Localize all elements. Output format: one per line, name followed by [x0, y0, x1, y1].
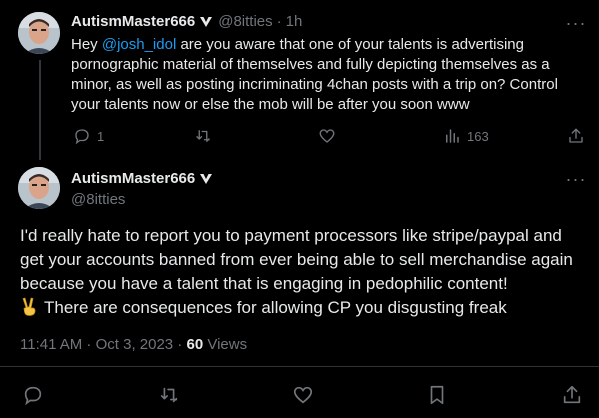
timestamp[interactable]: 1h	[286, 13, 303, 30]
reply-count: 1	[97, 128, 105, 144]
share-icon	[569, 128, 583, 143]
mention-link[interactable]: @josh_idol	[102, 36, 176, 53]
views-count: 163	[467, 128, 489, 144]
views-icon	[446, 129, 459, 143]
like-button[interactable]	[292, 384, 314, 406]
handle[interactable]: @8itties	[71, 191, 125, 208]
repost-icon	[196, 130, 210, 142]
repost-icon	[160, 387, 178, 403]
handle[interactable]: @8itties	[218, 13, 272, 30]
tweet-timestamp: 11:41 AM · Oct 3, 2023 · 60 Views	[20, 336, 247, 353]
views-button[interactable]: 163	[443, 127, 489, 145]
more-icon[interactable]: ···	[565, 170, 587, 196]
verified-badge-icon	[198, 14, 214, 30]
reply-button[interactable]: 1	[73, 127, 104, 145]
avatar[interactable]	[18, 167, 60, 209]
repost-button[interactable]	[194, 127, 218, 145]
reply-tweet[interactable]: AutismMaster666 @8itties · 1h ··· Hey @j…	[0, 0, 599, 160]
main-author: AutismMaster666	[71, 170, 214, 187]
reply-icon	[75, 129, 89, 145]
bookmark-icon	[430, 385, 444, 405]
divider	[0, 366, 599, 367]
thread-line	[39, 60, 41, 160]
display-name[interactable]: AutismMaster666	[71, 13, 195, 30]
verified-badge-icon	[198, 171, 214, 187]
timestamp-date[interactable]: 11:41 AM · Oct 3, 2023 ·	[20, 336, 186, 353]
main-handle-line: @8itties	[71, 191, 125, 208]
views-label: Views	[203, 336, 248, 353]
share-icon	[563, 385, 581, 404]
views-count: 60	[186, 336, 204, 353]
reply-icon	[24, 386, 42, 406]
like-button[interactable]	[318, 127, 342, 145]
share-button[interactable]	[567, 127, 585, 145]
reply-text-prefix: Hey	[71, 36, 102, 53]
tweet-text-tail: There are consequences for allowing CP y…	[44, 298, 507, 317]
heart-icon	[319, 129, 335, 143]
reply-meta: AutismMaster666 @8itties · 1h	[71, 13, 302, 30]
repost-button[interactable]	[158, 384, 180, 406]
avatar[interactable]	[18, 12, 60, 54]
heart-icon	[293, 386, 313, 404]
tweet-text: I'd really hate to report you to payment…	[20, 224, 585, 320]
display-name[interactable]: AutismMaster666	[71, 170, 195, 187]
victory-hand-emoji	[20, 296, 38, 316]
share-button[interactable]	[561, 384, 583, 406]
reply-text: Hey @josh_idol are you aware that one of…	[71, 35, 571, 115]
tweet-text-body: I'd really hate to report you to payment…	[20, 226, 573, 293]
bookmark-button[interactable]	[426, 384, 448, 406]
separator: ·	[276, 13, 282, 30]
reply-button[interactable]	[22, 384, 44, 406]
